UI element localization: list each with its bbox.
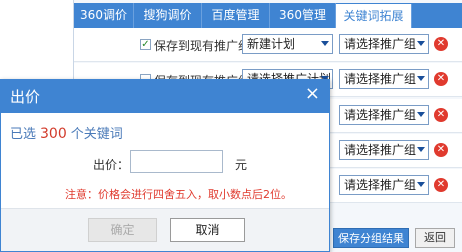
group-select[interactable]: 请选择推广组	[339, 105, 429, 125]
group-select-value: 请选择推广组	[344, 143, 417, 157]
tab-360-bidding[interactable]: 360调价	[74, 3, 134, 28]
tab-sogou-bidding[interactable]: 搜狗调价	[134, 3, 202, 28]
chevron-down-icon	[417, 76, 425, 81]
close-icon[interactable]: ×	[305, 84, 320, 104]
group-select[interactable]: 请选择推广组	[339, 140, 429, 160]
chevron-down-icon	[321, 41, 329, 46]
group-select[interactable]: 请选择推广组	[339, 69, 429, 89]
confirm-button[interactable]: 确定	[88, 218, 157, 242]
selected-suffix: 个关键词	[70, 127, 123, 142]
plan-select-value: 新建计划	[247, 37, 296, 51]
group-select-value: 请选择推广组	[344, 108, 417, 122]
group-select-value: 请选择推广组	[344, 72, 417, 86]
price-input[interactable]	[130, 150, 223, 173]
price-label: 出价：	[93, 158, 130, 172]
group-select-value: 请选择推广组	[344, 37, 417, 51]
bid-dialog: 出价 × 已选 300 个关键词 出价： 元 注意：价格会进行四舍五入，取小数点后2…	[0, 79, 330, 252]
save-groups-button[interactable]: 保存分组结果	[333, 228, 409, 248]
tab-bar: 360调价 搜狗调价 百度管理 360管理 关键词拓展	[74, 3, 462, 28]
tab-baidu-management[interactable]: 百度管理	[202, 3, 270, 28]
delete-icon[interactable]: ✕	[434, 178, 448, 192]
plan-select[interactable]: 新建计划	[242, 34, 333, 54]
group-select[interactable]: 请选择推广组	[339, 175, 429, 195]
delete-icon[interactable]: ✕	[434, 37, 448, 51]
delete-icon[interactable]: ✕	[434, 72, 448, 86]
chevron-down-icon	[417, 182, 425, 187]
cancel-button[interactable]: 取消	[170, 218, 245, 242]
tab-keyword-expansion[interactable]: 关键词拓展	[336, 4, 412, 28]
selected-prefix: 已选	[10, 127, 37, 142]
dialog-footer: 确定 取消	[1, 208, 329, 251]
tab-360-management[interactable]: 360管理	[270, 3, 336, 28]
chevron-down-icon	[417, 41, 425, 46]
rounding-note: 注意：价格会进行四舍五入，取小数点后2位。	[65, 188, 292, 201]
chevron-down-icon	[417, 147, 425, 152]
price-unit: 元	[235, 158, 248, 172]
selected-keywords-summary: 已选 300 个关键词	[10, 123, 123, 142]
save-to-group-checkbox[interactable]: ✓	[140, 39, 151, 50]
group-select[interactable]: 请选择推广组	[339, 34, 429, 54]
dialog-header: 出价 ×	[1, 80, 329, 113]
selected-count: 300	[40, 126, 67, 142]
dialog-title: 出价	[10, 88, 41, 106]
delete-icon[interactable]: ✕	[434, 108, 448, 122]
group-row: ✓ 保存到现有推广组 新建计划 请选择推广组 ✕	[74, 28, 462, 62]
group-select-value: 请选择推广组	[344, 178, 417, 192]
chevron-down-icon	[417, 112, 425, 117]
save-to-group-label: 保存到现有推广组	[154, 39, 251, 53]
delete-icon[interactable]: ✕	[434, 143, 448, 157]
back-button[interactable]: 返回	[415, 228, 455, 248]
